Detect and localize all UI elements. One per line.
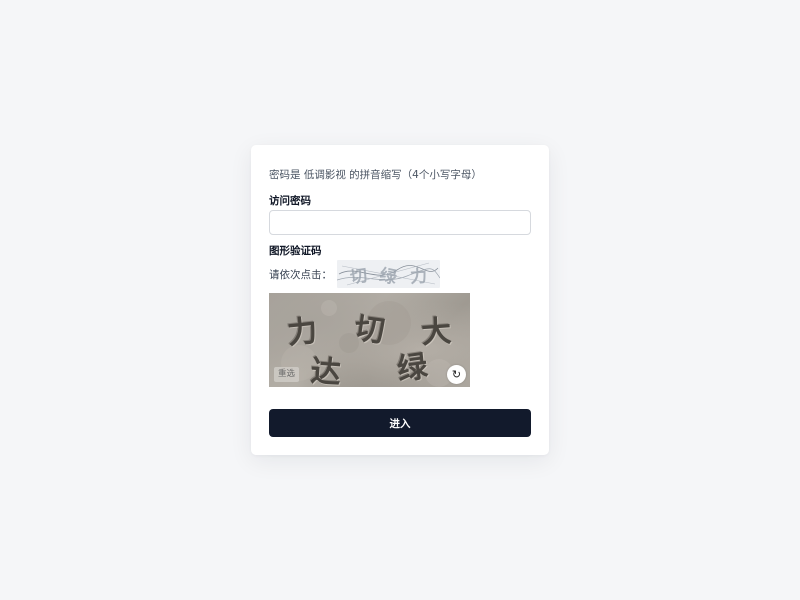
captcha-target-image: 切 绿 力 bbox=[337, 260, 440, 288]
captcha-click-area[interactable]: 力 切 大 达 绿 重选 ↻ bbox=[269, 293, 470, 387]
target-char-1: 切 bbox=[348, 265, 369, 288]
refresh-icon[interactable]: ↻ bbox=[447, 365, 466, 384]
enter-button[interactable]: 进入 bbox=[269, 409, 531, 437]
captcha-label: 图形验证码 bbox=[269, 245, 322, 257]
captcha-prompt: 请依次点击： bbox=[269, 269, 332, 281]
password-label: 访问密码 bbox=[269, 195, 311, 207]
captcha-char[interactable]: 绿 bbox=[394, 341, 430, 387]
password-hint: 密码是 低调影视 的拼音缩写（4个小写字母） bbox=[269, 169, 482, 181]
captcha-char[interactable]: 达 bbox=[310, 346, 343, 387]
password-input[interactable] bbox=[269, 210, 531, 235]
captcha-reset-button[interactable]: 重选 bbox=[274, 367, 300, 382]
target-char-3: 力 bbox=[409, 265, 429, 288]
login-card: 密码是 低调影视 的拼音缩写（4个小写字母） 访问密码 图形验证码 请依次点击：… bbox=[251, 145, 549, 455]
captcha-char[interactable]: 切 bbox=[352, 303, 388, 351]
target-char-2: 绿 bbox=[377, 264, 399, 288]
target-chars: 切 绿 力 bbox=[337, 260, 440, 288]
